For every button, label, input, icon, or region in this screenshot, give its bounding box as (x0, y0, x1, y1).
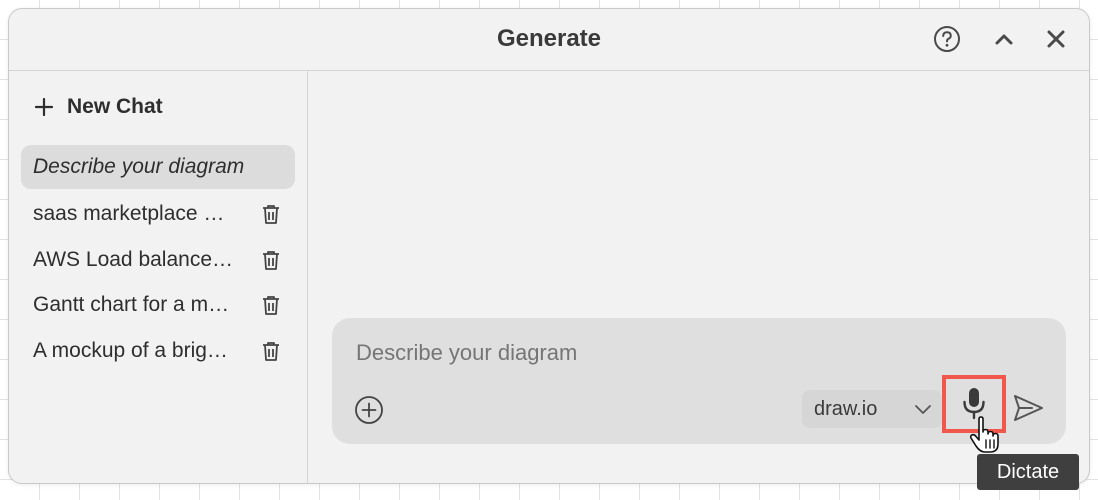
chat-item[interactable]: AWS Load balance… (21, 238, 295, 282)
plus-icon (35, 98, 53, 116)
chevron-down-icon (915, 405, 931, 414)
chat-item[interactable]: saas marketplace … (21, 192, 295, 236)
send-icon[interactable] (1010, 390, 1046, 426)
generate-dialog: Generate New Chat Describe your diagram … (8, 8, 1090, 484)
trash-icon (263, 295, 279, 315)
chat-item[interactable]: Gantt chart for a m… (21, 283, 295, 327)
hand-pointer-cursor-icon (969, 416, 999, 453)
chat-item-label: saas marketplace … (33, 202, 225, 225)
trash-icon (263, 341, 279, 361)
chat-sidebar: New Chat Describe your diagram saas mark… (9, 71, 308, 483)
chat-item-label: A mockup of a brig… (33, 339, 228, 362)
prompt-composer: draw.io (332, 318, 1066, 444)
new-chat-button[interactable]: New Chat (35, 95, 163, 119)
delete-chat-button[interactable] (260, 294, 282, 316)
dialog-title: Generate (496, 25, 602, 52)
model-select-value: draw.io (814, 397, 878, 420)
chevron-up-icon (995, 34, 1013, 45)
close-icon (1047, 30, 1065, 48)
close-button[interactable] (1040, 23, 1072, 55)
trash-icon (263, 250, 279, 270)
chat-item-active[interactable]: Describe your diagram (21, 145, 295, 189)
dictate-tooltip: Dictate (977, 454, 1079, 490)
prompt-input[interactable] (356, 340, 996, 366)
delete-chat-button[interactable] (260, 340, 282, 362)
trash-icon (263, 204, 279, 224)
dialog-titlebar: Generate (9, 9, 1089, 71)
help-button[interactable] (931, 23, 963, 55)
question-circle-icon (934, 26, 960, 52)
model-select[interactable]: draw.io (802, 390, 942, 428)
chat-item-label: Describe your diagram (33, 155, 245, 178)
delete-chat-button[interactable] (260, 203, 282, 225)
plus-circle-icon[interactable] (354, 395, 384, 425)
delete-chat-button[interactable] (260, 249, 282, 271)
new-chat-label: New Chat (67, 95, 163, 118)
chat-item[interactable]: A mockup of a brig… (21, 329, 295, 373)
collapse-button[interactable] (988, 23, 1020, 55)
chat-item-label: Gantt chart for a m… (33, 293, 230, 316)
chat-item-label: AWS Load balance… (33, 248, 234, 271)
